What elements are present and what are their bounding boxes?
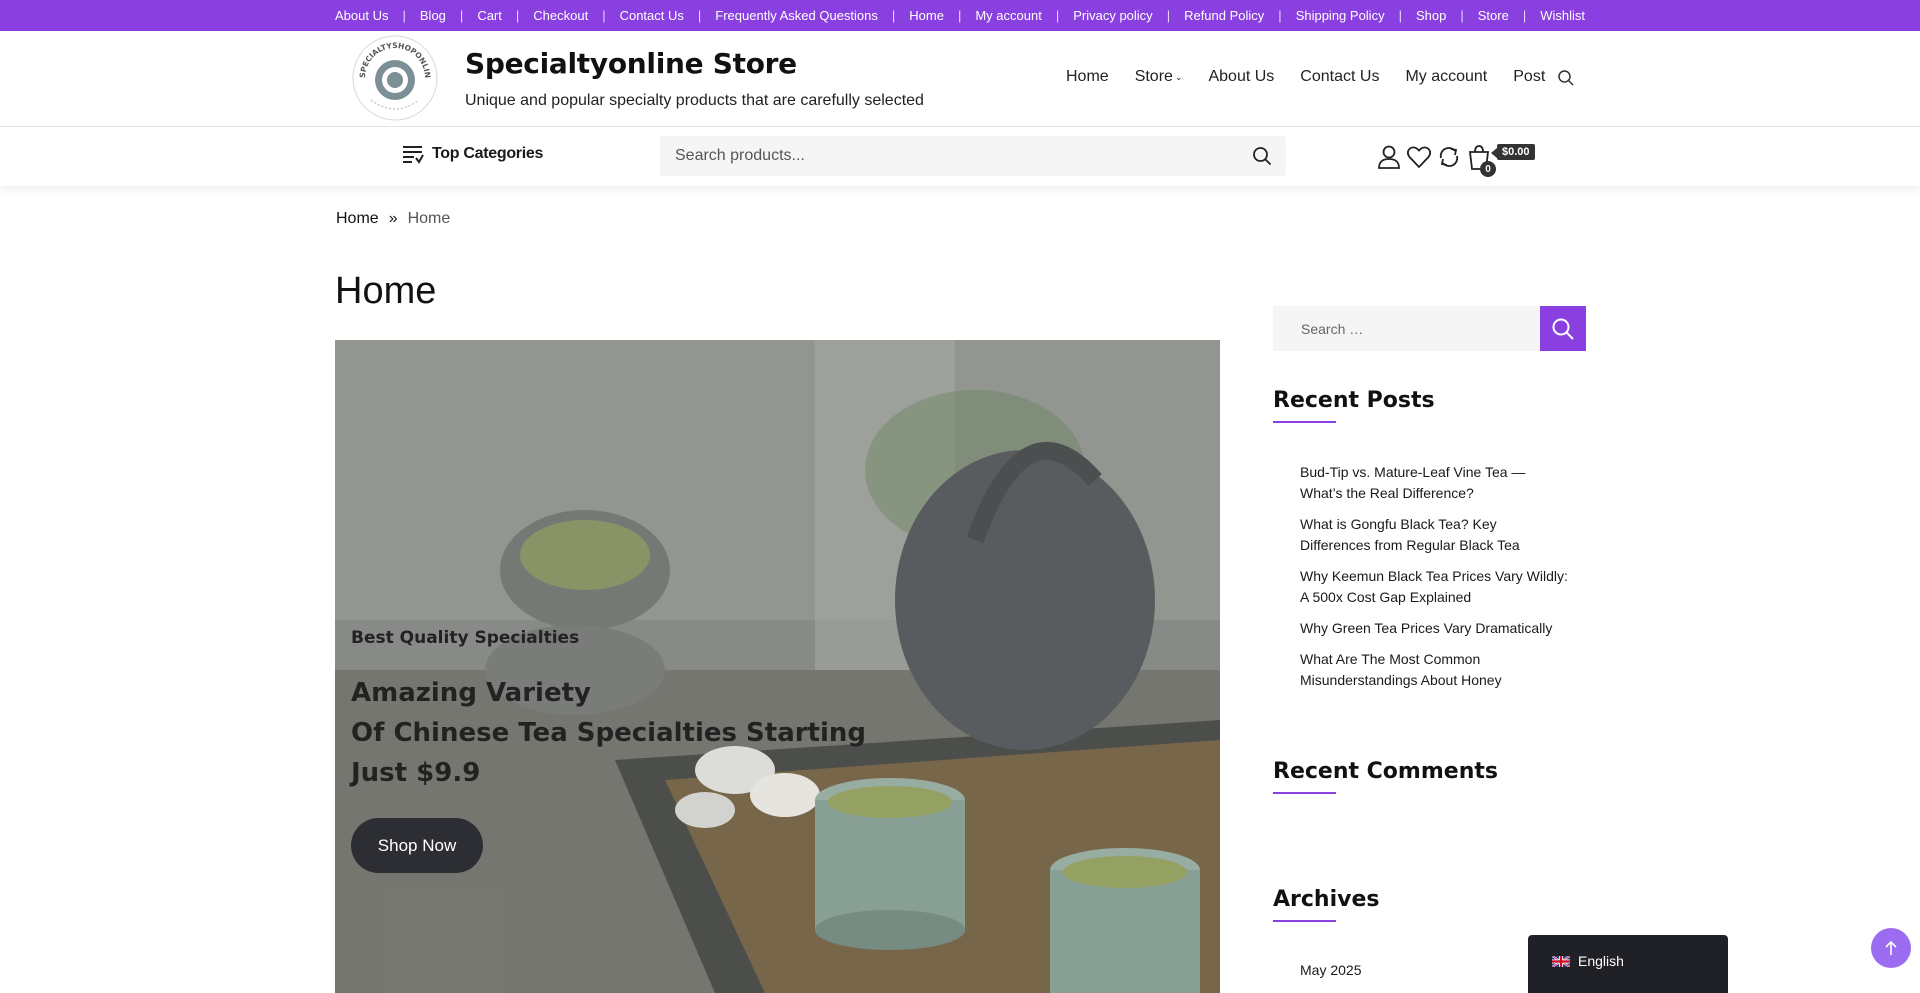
heart-icon[interactable]: [1406, 144, 1432, 170]
search-icon[interactable]: [1252, 146, 1272, 166]
hero-headline-line: Amazing Variety: [351, 678, 591, 708]
recent-comments-title: Recent Comments: [1273, 759, 1498, 784]
recent-post-link[interactable]: What Are The Most Common Misunderstandin…: [1300, 649, 1570, 691]
top-link-item[interactable]: My account: [961, 8, 1055, 23]
sidebar-search-input[interactable]: [1273, 306, 1540, 351]
search-icon: [1552, 318, 1574, 340]
top-link-item[interactable]: Shipping Policy: [1282, 8, 1399, 23]
recent-post-link[interactable]: Why Keemun Black Tea Prices Vary Wildly:…: [1300, 566, 1570, 608]
top-link-item[interactable]: Checkout: [519, 8, 602, 23]
hero-headline-line: Of Chinese Tea Specialties Starting: [351, 718, 867, 748]
site-logo[interactable]: SPECIALTYSHOPONLINE: [351, 34, 439, 122]
recent-post-link[interactable]: Bud-Tip vs. Mature-Leaf Vine Tea — What’…: [1300, 462, 1570, 504]
top-link-store[interactable]: Store: [1464, 8, 1523, 23]
nav-home[interactable]: Home: [1066, 68, 1109, 86]
top-link-wishlist[interactable]: Wishlist: [1526, 8, 1599, 23]
product-search: [660, 136, 1286, 176]
arrow-up-icon: [1885, 940, 1897, 955]
top-link-item[interactable]: About Us: [321, 8, 402, 23]
top-link-item[interactable]: Frequently Asked Questions: [701, 8, 892, 23]
hero-banner: Best Quality Specialties Amazing Variety…: [335, 340, 1220, 993]
top-link-my-account[interactable]: My account: [961, 8, 1055, 23]
page-title: Home: [335, 270, 437, 312]
hero-headline: Amazing Variety Of Chinese Tea Specialti…: [351, 673, 871, 793]
nav-about-us[interactable]: About Us: [1208, 68, 1274, 86]
widget-underline: [1273, 421, 1336, 423]
top-link-shipping-policy[interactable]: Shipping Policy: [1282, 8, 1399, 23]
nav-my-account[interactable]: My account: [1405, 68, 1487, 86]
shop-now-button[interactable]: Shop Now: [351, 818, 483, 873]
uk-flag-icon: [1552, 956, 1570, 967]
nav-post[interactable]: Post: [1513, 68, 1545, 86]
top-link-item[interactable]: Home: [895, 8, 958, 23]
compare-icon[interactable]: [1436, 144, 1462, 170]
top-link-item[interactable]: Refund Policy: [1170, 8, 1278, 23]
chevron-down-icon: ⌄: [1174, 71, 1183, 82]
hero-headline-line: Just $9.9: [351, 758, 481, 788]
archive-link[interactable]: May 2025: [1300, 962, 1361, 978]
product-bar: Top Categories 0 $0.00: [0, 127, 1920, 186]
search-icon[interactable]: [1557, 69, 1575, 87]
recent-posts-title: Recent Posts: [1273, 388, 1435, 413]
main-nav: Home Store ⌄ About Us Contact Us My acco…: [1066, 68, 1545, 86]
nav-contact-us[interactable]: Contact Us: [1300, 68, 1379, 86]
hero-subtitle: Best Quality Specialties: [351, 628, 580, 648]
nav-store-label: Store: [1134, 68, 1173, 85]
site-header: SPECIALTYSHOPONLINE Specialtyonline Stor…: [0, 31, 1920, 127]
site-tagline: Unique and popular specialty products th…: [465, 92, 924, 109]
breadcrumb-home[interactable]: Home: [336, 210, 379, 228]
double-chevron-right-icon: »: [388, 210, 398, 227]
top-link-item[interactable]: Wishlist: [1526, 8, 1599, 23]
cart-total: $0.00: [1491, 144, 1535, 160]
widget-underline: [1273, 792, 1336, 794]
hero-overlay: [335, 340, 1220, 993]
recent-post-link[interactable]: What is Gongfu Black Tea? Key Difference…: [1300, 514, 1570, 556]
recent-posts-list: Bud-Tip vs. Mature-Leaf Vine Tea — What’…: [1300, 462, 1570, 701]
top-link-item[interactable]: Blog: [406, 8, 460, 23]
top-link-contact-us[interactable]: Contact Us: [606, 8, 698, 23]
top-link-about-us[interactable]: About Us: [321, 8, 402, 23]
recent-post-link[interactable]: Why Green Tea Prices Vary Dramatically: [1300, 618, 1570, 639]
top-categories-button[interactable]: Top Categories: [402, 144, 543, 164]
cart-count-badge: 0: [1480, 161, 1496, 177]
scroll-to-top-button[interactable]: [1871, 928, 1911, 968]
top-link-refund-policy[interactable]: Refund Policy: [1170, 8, 1278, 23]
breadcrumb: Home » Home: [336, 210, 450, 228]
sidebar-search-button[interactable]: [1540, 306, 1586, 351]
nav-store[interactable]: Store ⌄: [1135, 68, 1183, 86]
cart-button[interactable]: 0: [1466, 143, 1496, 177]
top-link-item[interactable]: Privacy policy: [1059, 8, 1166, 23]
top-link-home[interactable]: Home: [895, 8, 958, 23]
sidebar-search: [1273, 306, 1586, 351]
site-title[interactable]: Specialtyonline Store: [465, 47, 797, 80]
list-icon: [403, 146, 424, 164]
archives-title: Archives: [1273, 887, 1380, 912]
language-label: English: [1578, 953, 1624, 969]
widget-underline: [1273, 920, 1336, 922]
top-link-cart[interactable]: Cart: [463, 8, 516, 23]
language-switcher[interactable]: English: [1528, 935, 1728, 993]
product-search-input[interactable]: [660, 136, 1220, 176]
breadcrumb-current: Home: [407, 210, 451, 227]
top-link-shop[interactable]: Shop: [1402, 8, 1460, 23]
header-user-icons: 0: [1376, 143, 1496, 177]
top-link-privacy-policy[interactable]: Privacy policy: [1059, 8, 1166, 23]
top-link-item[interactable]: Contact Us: [606, 8, 698, 23]
top-links: About Us | Blog | Cart | Checkout | Cont…: [321, 8, 1599, 23]
top-bar: About Us | Blog | Cart | Checkout | Cont…: [0, 0, 1920, 31]
top-link-checkout[interactable]: Checkout: [519, 8, 602, 23]
top-link-item[interactable]: Cart: [463, 8, 516, 23]
top-categories-label: Top Categories: [432, 145, 544, 162]
top-link-item[interactable]: Shop: [1402, 8, 1460, 23]
top-link-blog[interactable]: Blog: [406, 8, 460, 23]
top-link-item[interactable]: Store: [1464, 8, 1523, 23]
top-link-faq[interactable]: Frequently Asked Questions: [701, 8, 892, 23]
user-icon[interactable]: [1376, 144, 1402, 170]
